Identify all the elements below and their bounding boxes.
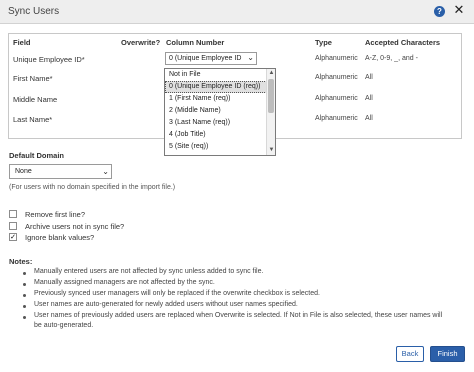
- dropdown-option-selected[interactable]: 0 (Unique Employee ID (req)): [165, 81, 267, 93]
- accepted-characters-cell: A-Z, 0-9, _, and -: [365, 55, 418, 62]
- back-button[interactable]: Back: [396, 346, 424, 362]
- dropdown-option[interactable]: 5 (Site (req)): [165, 141, 267, 153]
- default-domain-label: Default Domain: [9, 151, 65, 160]
- help-icon[interactable]: ?: [434, 6, 445, 17]
- dropdown-option[interactable]: 3 (Last Name (req)): [165, 117, 267, 129]
- note-item: Previously synced user managers will onl…: [34, 290, 320, 297]
- dropdown-option[interactable]: Not in File: [165, 69, 267, 81]
- dropdown-option[interactable]: 1 (First Name (req)): [165, 93, 267, 105]
- accepted-characters-cell: All: [365, 95, 373, 102]
- bullet-icon: [23, 283, 26, 286]
- scroll-up-arrow-icon[interactable]: ▲: [268, 69, 275, 77]
- remove-first-line-checkbox[interactable]: [9, 210, 17, 218]
- field-label: First Name*: [13, 74, 53, 83]
- field-label: Unique Employee ID*: [13, 55, 85, 64]
- accepted-characters-cell: All: [365, 74, 373, 81]
- scrollbar-thumb[interactable]: [268, 79, 274, 113]
- ignore-blank-values-label: Ignore blank values?: [25, 233, 95, 242]
- dropdown-option[interactable]: 2 (Middle Name): [165, 105, 267, 117]
- note-item: Manually entered users are not affected …: [34, 268, 264, 275]
- type-cell: Alphanumeric: [315, 55, 358, 62]
- header-accepted-characters: Accepted Characters: [365, 38, 441, 47]
- note-item: User names are auto-generated for newly …: [34, 301, 298, 308]
- dropdown-option[interactable]: 4 (Job Title): [165, 129, 267, 141]
- header-field: Field: [13, 38, 31, 47]
- ignore-blank-values-checkbox[interactable]: ✓: [9, 233, 17, 241]
- bullet-icon: [23, 294, 26, 297]
- dialog-titlebar: Sync Users ? ✕: [0, 0, 474, 24]
- header-overwrite: Overwrite?: [121, 38, 161, 47]
- note-item: Manually assigned managers are not affec…: [34, 279, 215, 286]
- archive-users-checkbox[interactable]: [9, 222, 17, 230]
- scroll-down-arrow-icon[interactable]: ▼: [268, 146, 275, 154]
- type-cell: Alphanumeric: [315, 115, 358, 122]
- finish-button[interactable]: Finish: [430, 346, 465, 362]
- chevron-down-icon: ⌄: [102, 167, 109, 176]
- column-number-dropdown-list[interactable]: Not in File 0 (Unique Employee ID (req))…: [164, 68, 276, 156]
- chevron-down-icon: ⌄: [247, 53, 254, 62]
- notes-label: Notes:: [9, 257, 33, 266]
- close-icon[interactable]: ✕: [452, 3, 466, 17]
- note-item: User names of previously added users are…: [34, 312, 443, 319]
- column-number-value: 0 (Unique Employee ID: [169, 55, 242, 62]
- default-domain-value: None: [15, 168, 32, 175]
- bullet-icon: [23, 316, 26, 319]
- accepted-characters-cell: All: [365, 115, 373, 122]
- note-item-continuation: be auto-generated.: [34, 322, 94, 329]
- dialog-title: Sync Users: [8, 6, 60, 17]
- type-cell: Alphanumeric: [315, 74, 358, 81]
- default-domain-hint: (For users with no domain specified in t…: [9, 184, 176, 191]
- bullet-icon: [23, 272, 26, 275]
- dropdown-scrollbar[interactable]: ▲ ▼: [266, 69, 275, 155]
- type-cell: Alphanumeric: [315, 95, 358, 102]
- bullet-icon: [23, 305, 26, 308]
- archive-users-label: Archive users not in sync file?: [25, 222, 125, 231]
- remove-first-line-label: Remove first line?: [25, 210, 86, 219]
- header-type: Type: [315, 38, 332, 47]
- default-domain-select[interactable]: None ⌄: [9, 164, 112, 179]
- column-number-select[interactable]: 0 (Unique Employee ID ⌄: [165, 52, 257, 65]
- header-column-number: Column Number: [166, 38, 225, 47]
- field-label: Middle Name: [13, 95, 58, 104]
- field-label: Last Name*: [13, 115, 53, 124]
